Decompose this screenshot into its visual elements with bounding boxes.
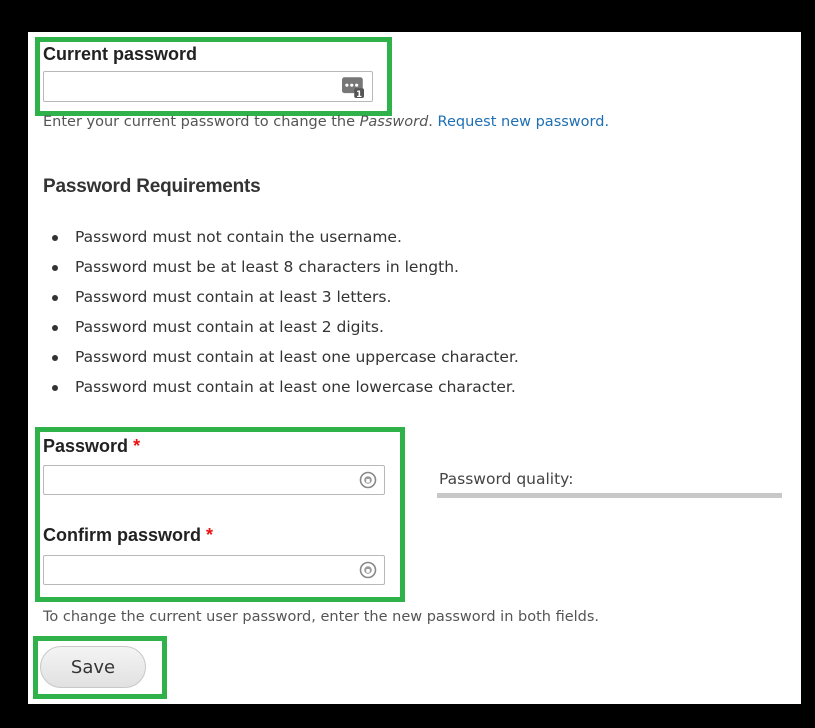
current-password-label: Current password: [43, 44, 198, 64]
password-input[interactable]: [43, 465, 385, 495]
requirement-item: Password must contain at least 2 digits.: [48, 312, 519, 342]
requirement-item: Password must be at least 8 characters i…: [48, 252, 519, 282]
password-reveal-icon[interactable]: [359, 471, 377, 489]
requirement-item: Password must contain at least one lower…: [48, 372, 519, 402]
confirm-password-label-text: Confirm password: [43, 525, 202, 545]
requirement-item: Password must not contain the username.: [48, 222, 519, 252]
required-marker: *: [206, 525, 214, 545]
confirm-password-input[interactable]: [43, 555, 385, 585]
current-password-description: Enter your current password to change th…: [43, 114, 609, 130]
password-quality-bar: [437, 493, 782, 498]
password-label-text: Password: [43, 436, 129, 456]
change-password-help: To change the current user password, ent…: [43, 609, 600, 625]
requirement-item: Password must contain at least 3 letters…: [48, 282, 519, 312]
confirm-password-label: Confirm password *: [43, 525, 213, 546]
password-reveal-icon[interactable]: [359, 561, 377, 579]
svg-text:1: 1: [356, 90, 362, 98]
password-quality-label: Password quality:: [439, 470, 574, 488]
password-label: Password *: [43, 436, 140, 457]
current-password-input[interactable]: 1: [43, 71, 373, 102]
password-requirements-heading: Password Requirements: [43, 176, 261, 197]
password-requirements-list: Password must not contain the username. …: [48, 222, 519, 402]
request-new-password-link[interactable]: Request new password.: [438, 114, 610, 130]
description-period: .: [428, 114, 438, 130]
save-button[interactable]: Save: [40, 646, 146, 688]
password-emphasis: Password: [359, 114, 429, 130]
required-marker: *: [133, 436, 141, 456]
current-password-description-text: Enter your current password to change th…: [43, 114, 360, 130]
requirement-item: Password must contain at least one upper…: [48, 342, 519, 372]
password-manager-icon[interactable]: 1: [342, 76, 364, 98]
